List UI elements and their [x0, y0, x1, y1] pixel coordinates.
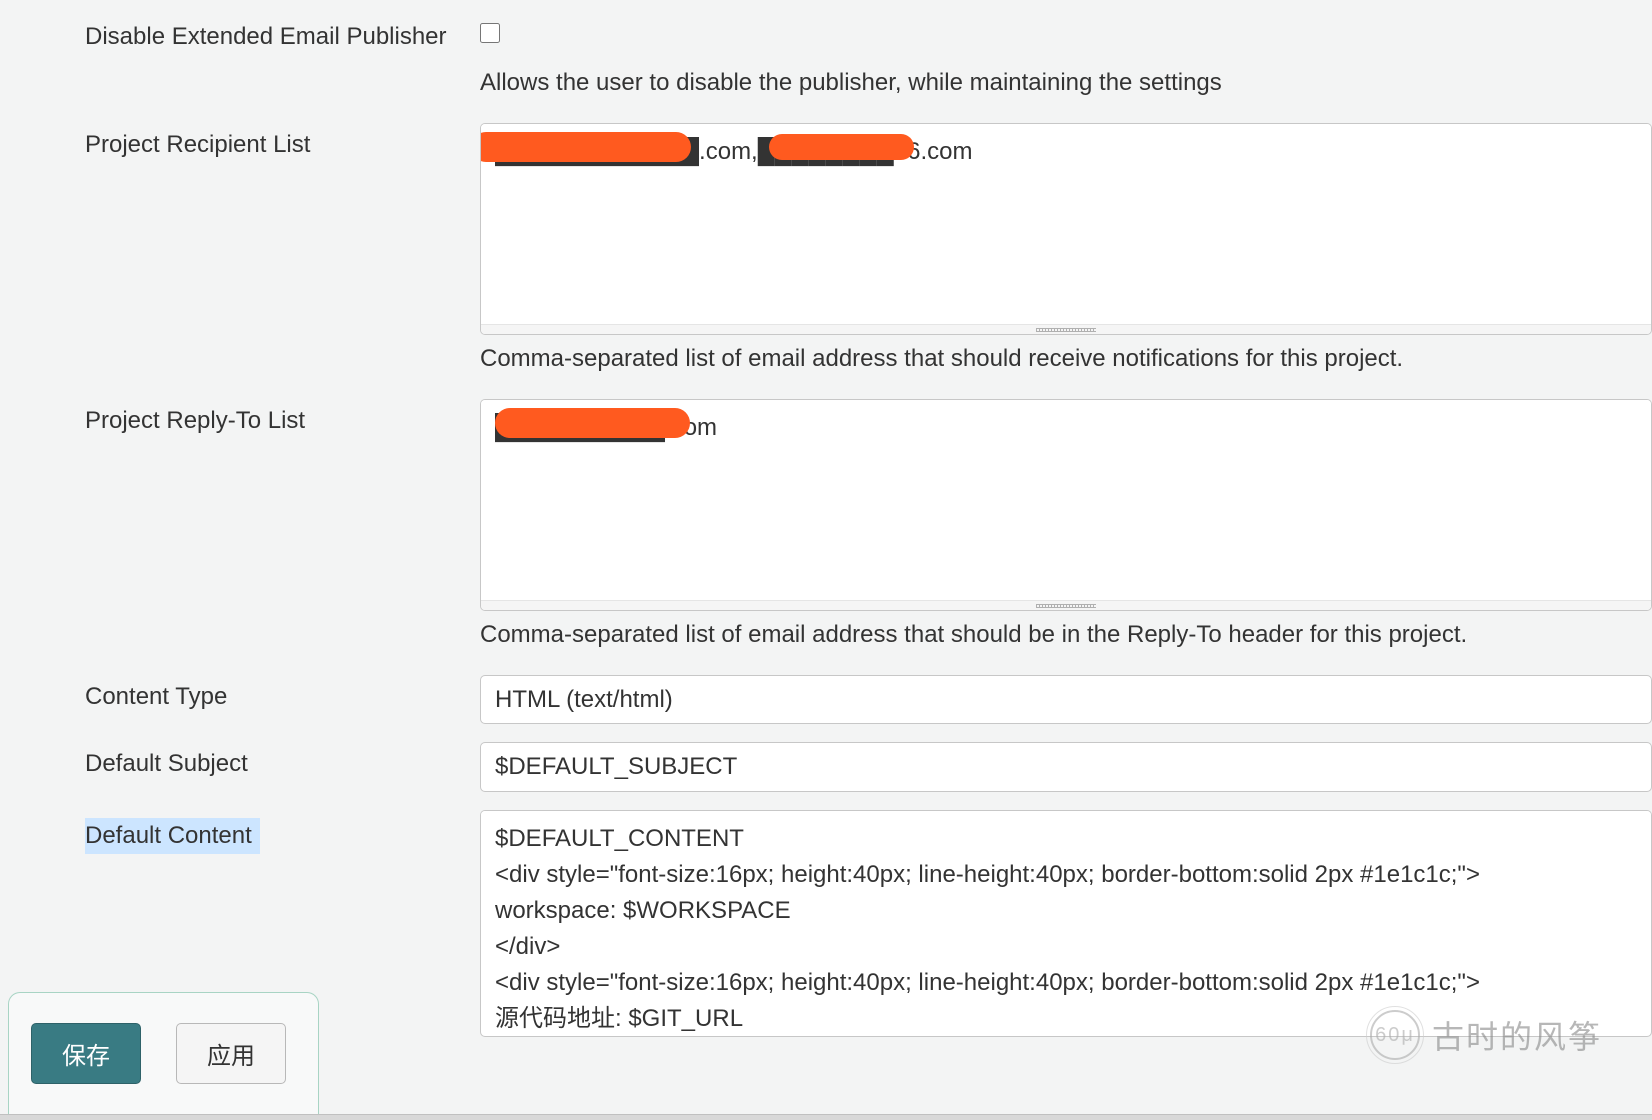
watermark: 60μ 古时的风筝: [1370, 1010, 1602, 1060]
recipient-resize-handle[interactable]: [481, 324, 1651, 334]
disable-publisher-checkbox[interactable]: [480, 23, 500, 43]
watermark-text: 古时的风筝: [1432, 1012, 1602, 1058]
disable-publisher-description: Allows the user to disable the publisher…: [480, 59, 1652, 115]
save-button[interactable]: 保存: [31, 1023, 141, 1084]
watermark-icon: 60μ: [1370, 1010, 1420, 1060]
reply-to-list-label: Project Reply-To List: [0, 399, 480, 435]
replyto-resize-handle[interactable]: [481, 600, 1651, 610]
recipient-list-description: Comma-separated list of email address th…: [480, 335, 1652, 391]
default-subject-label: Default Subject: [0, 742, 480, 778]
reply-to-list-description: Comma-separated list of email address th…: [480, 611, 1652, 667]
default-content-label: Default Content: [85, 818, 260, 854]
apply-button[interactable]: 应用: [176, 1023, 286, 1084]
content-type-select[interactable]: HTML (text/html): [481, 676, 1651, 723]
default-subject-input[interactable]: [481, 743, 1651, 791]
content-type-label: Content Type: [0, 675, 480, 711]
recipient-list-label: Project Recipient List: [0, 123, 480, 159]
bottom-border: [0, 1114, 1652, 1120]
disable-publisher-label: Disable Extended Email Publisher: [0, 15, 480, 51]
action-button-bar: 保存 应用: [8, 992, 319, 1114]
default-content-textarea[interactable]: $DEFAULT_CONTENT <div style="font-size:1…: [481, 811, 1651, 1031]
